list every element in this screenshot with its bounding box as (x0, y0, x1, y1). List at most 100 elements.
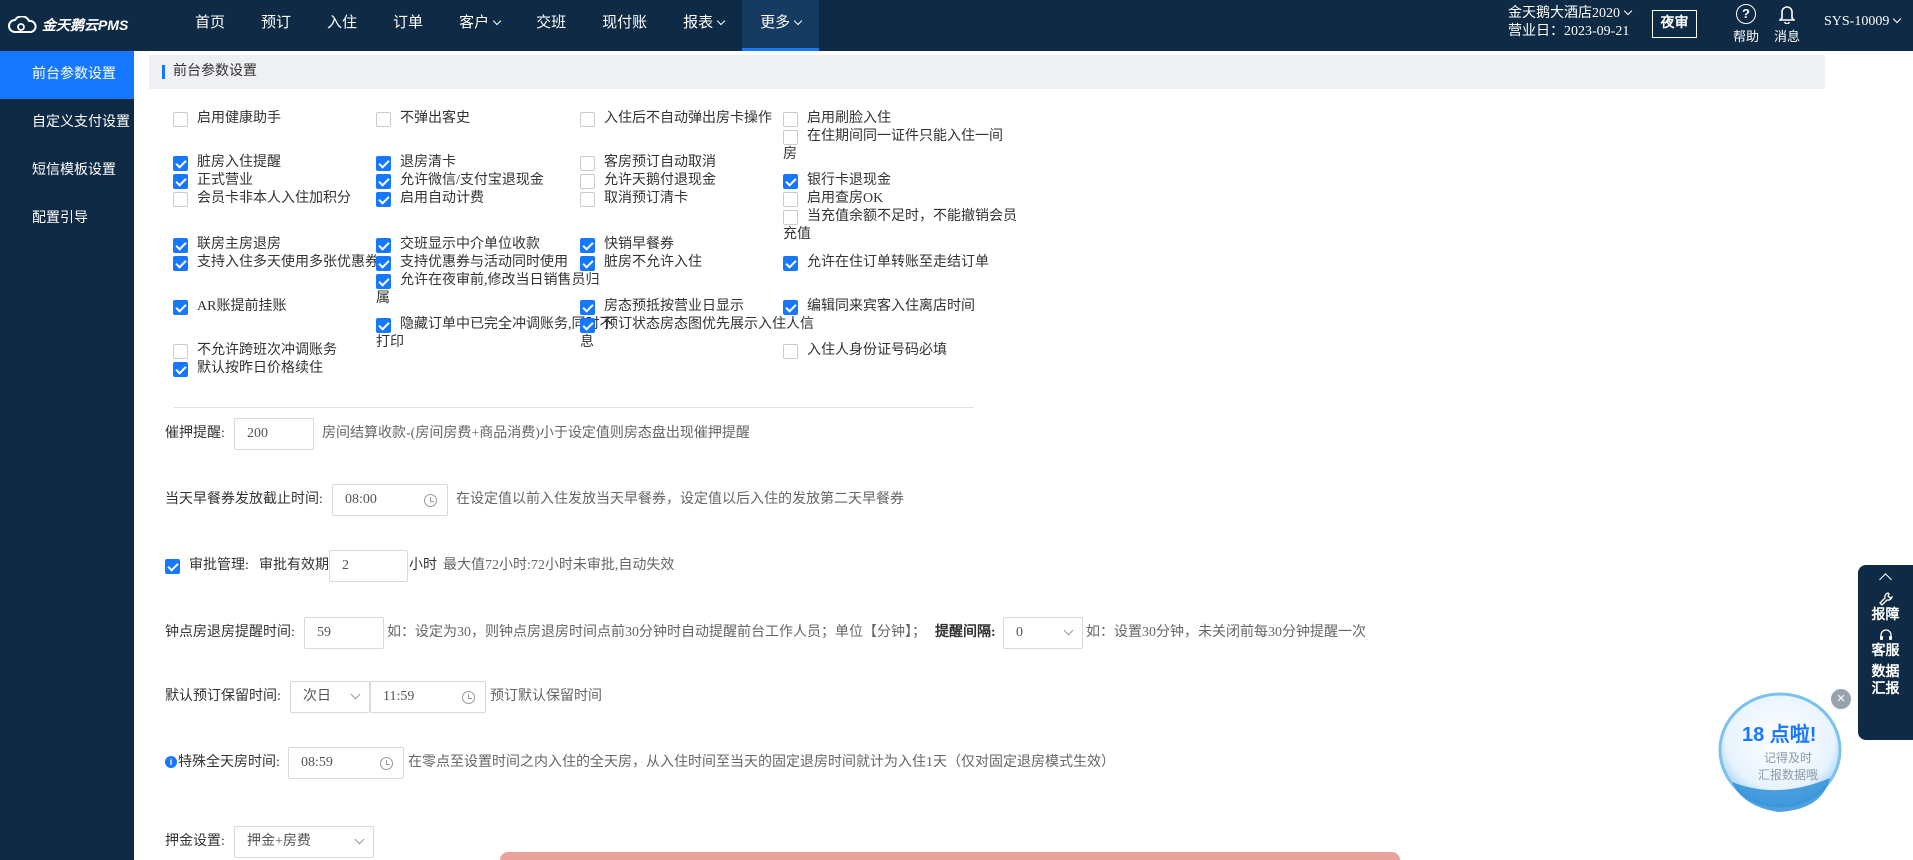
checkbox-box[interactable] (376, 238, 391, 253)
checkbox-box[interactable] (783, 256, 798, 271)
checkbox-box[interactable] (580, 238, 595, 253)
option-checkbox[interactable]: 不弹出客史 (376, 108, 470, 130)
checkbox-box[interactable] (173, 156, 188, 171)
checkbox-box[interactable] (173, 344, 188, 359)
nav-checkin[interactable]: 入住 (309, 0, 375, 51)
checkbox-box[interactable] (580, 192, 595, 207)
checkbox-box[interactable] (376, 112, 391, 127)
chevron-down-icon (1623, 6, 1633, 16)
help-button[interactable]: ? 帮助 (1728, 2, 1764, 45)
checkbox-box[interactable] (173, 362, 188, 377)
data-report-button[interactable]: 数据 汇报 (1858, 664, 1913, 698)
checkbox-label-continuation: 打印 (376, 335, 404, 350)
checkbox-box[interactable] (783, 300, 798, 315)
checkbox-label: 取消预订清卡 (604, 191, 688, 206)
hotel-selector[interactable]: 金天鹅大酒店2020 营业日：2023-09-21 (1508, 5, 1633, 41)
chevron-down-icon (793, 16, 803, 26)
checkbox-box[interactable] (173, 238, 188, 253)
chevron-up-icon[interactable] (1879, 573, 1892, 586)
reservation-hold-day-select[interactable]: 次日 (290, 681, 370, 713)
messages-button[interactable]: 消息 (1769, 2, 1805, 45)
reservation-hold-time-picker[interactable]: 11:59 (370, 681, 486, 713)
report-fault-button[interactable]: 报障 (1858, 592, 1913, 624)
breakfast-cutoff-desc: 在设定值以前入住发放当天早餐券，设定值以后入住的发放第二天早餐券 (456, 492, 904, 507)
night-audit-button[interactable]: 夜审 (1652, 10, 1697, 38)
option-checkbox[interactable]: 入住人身份证号码必填 (783, 340, 947, 362)
checkbox-box[interactable] (783, 192, 798, 207)
checkbox-box[interactable] (376, 174, 391, 189)
checkbox-box[interactable] (173, 174, 188, 189)
option-checkbox[interactable]: AR账提前挂账 (173, 296, 286, 318)
checkbox-box[interactable] (376, 156, 391, 171)
checkbox-box[interactable] (173, 256, 188, 271)
option-checkbox[interactable]: 启用健康助手 (173, 108, 281, 130)
checkbox-box[interactable] (783, 344, 798, 359)
checkbox-box[interactable] (580, 318, 595, 333)
checkbox-box[interactable] (165, 559, 180, 574)
checkbox-box[interactable] (783, 112, 798, 127)
option-checkbox[interactable]: 入住后不自动弹出房卡操作 (580, 108, 772, 130)
option-checkbox[interactable]: 允许在夜审前,修改当日销售员归 (376, 270, 600, 292)
sidebar-item-sms-template[interactable]: 短信模板设置 (0, 147, 134, 195)
nav-customers[interactable]: 客户 (441, 0, 518, 51)
option-checkbox[interactable]: 取消预订清卡 (580, 188, 688, 210)
deposit-setting-select[interactable]: 押金+房费 (234, 826, 374, 858)
close-icon[interactable]: × (1830, 688, 1852, 710)
checkbox-box[interactable] (580, 174, 595, 189)
decorative-bar (500, 852, 1400, 860)
checkbox-label: 入住人身份证号码必填 (807, 343, 947, 358)
nav-cash-account[interactable]: 现付账 (584, 0, 665, 51)
checkbox-box[interactable] (580, 300, 595, 315)
sidebar-item-config-guide[interactable]: 配置引导 (0, 195, 134, 243)
nav-shift[interactable]: 交班 (518, 0, 584, 51)
checkbox-box[interactable] (580, 112, 595, 127)
breakfast-cutoff-time-picker[interactable]: 08:00 (332, 484, 448, 516)
nav-home[interactable]: 首页 (177, 0, 243, 51)
main-nav: 首页 预订 入住 订单 客户 交班 现付账 报表 更多 (177, 0, 820, 51)
hourly-checkout-input[interactable]: 59 (304, 617, 384, 649)
checkbox-box[interactable] (173, 112, 188, 127)
nav-orders[interactable]: 订单 (375, 0, 441, 51)
special-fullday-time-picker[interactable]: 08:59 (288, 747, 404, 779)
checkbox-box[interactable] (783, 210, 798, 225)
breakfast-cutoff-label: 当天早餐券发放截止时间: (165, 492, 323, 507)
option-checkbox[interactable]: 当充值余额不足时，不能撤销会员 (783, 206, 1017, 228)
option-checkbox[interactable]: 隐藏订单中已完全冲调账务,同时不 (376, 314, 614, 336)
sidebar-item-custom-payment[interactable]: 自定义支付设置 (0, 99, 134, 147)
nav-more[interactable]: 更多 (742, 0, 820, 51)
checkbox-box[interactable] (580, 256, 595, 271)
deposit-reminder-input[interactable]: 200 (234, 418, 314, 450)
reminder-interval-select[interactable]: 0 (1003, 617, 1083, 649)
option-checkbox[interactable]: 默认按昨日价格续住 (173, 358, 323, 380)
option-checkbox[interactable]: 预订状态房态图优先展示入住人信 (580, 314, 814, 336)
option-checkbox[interactable]: 允许在住订单转账至走结订单 (783, 252, 989, 274)
sidebar-item-frontdesk-params[interactable]: 前台参数设置 (0, 51, 134, 99)
checkbox-label: AR账提前挂账 (197, 299, 287, 314)
user-menu[interactable]: SYS-10009 (1824, 14, 1902, 30)
nav-reports[interactable]: 报表 (665, 0, 742, 51)
approval-validity-input[interactable]: 2 (329, 550, 408, 582)
customer-service-button[interactable]: 客服 (1858, 628, 1913, 660)
checkbox-box[interactable] (173, 300, 188, 315)
option-checkbox[interactable]: 启用自动计费 (376, 188, 484, 210)
checkbox-box[interactable] (376, 192, 391, 207)
checkbox-box[interactable] (580, 156, 595, 171)
checkbox-label: 入住后不自动弹出房卡操作 (604, 111, 772, 126)
option-checkbox[interactable]: 会员卡非本人入住加积分 (173, 188, 351, 210)
checkbox-box[interactable] (783, 130, 798, 145)
checkbox-label-continuation: 房 (783, 147, 797, 162)
option-checkbox[interactable]: 支持入住多天使用多张优惠券 (173, 252, 379, 274)
approval-validity-label: 审批有效期 (259, 558, 329, 573)
checkbox-label: 当充值余额不足时，不能撤销会员 (807, 209, 1017, 224)
checkbox-box[interactable] (173, 192, 188, 207)
checkbox-box[interactable] (376, 318, 391, 333)
promo-title: 18 点啦! (1742, 724, 1817, 746)
brand-logo[interactable]: 金天鹅云PMS (8, 14, 128, 36)
info-icon[interactable]: i (165, 756, 177, 768)
checkbox-label: 允许在住订单转账至走结订单 (807, 255, 989, 270)
checkbox-box[interactable] (783, 174, 798, 189)
option-checkbox[interactable]: 在住期间同一证件只能入住一间 (783, 126, 1003, 148)
checkbox-box[interactable] (376, 274, 391, 289)
nav-reservation[interactable]: 预订 (243, 0, 309, 51)
checkbox-box[interactable] (376, 256, 391, 271)
